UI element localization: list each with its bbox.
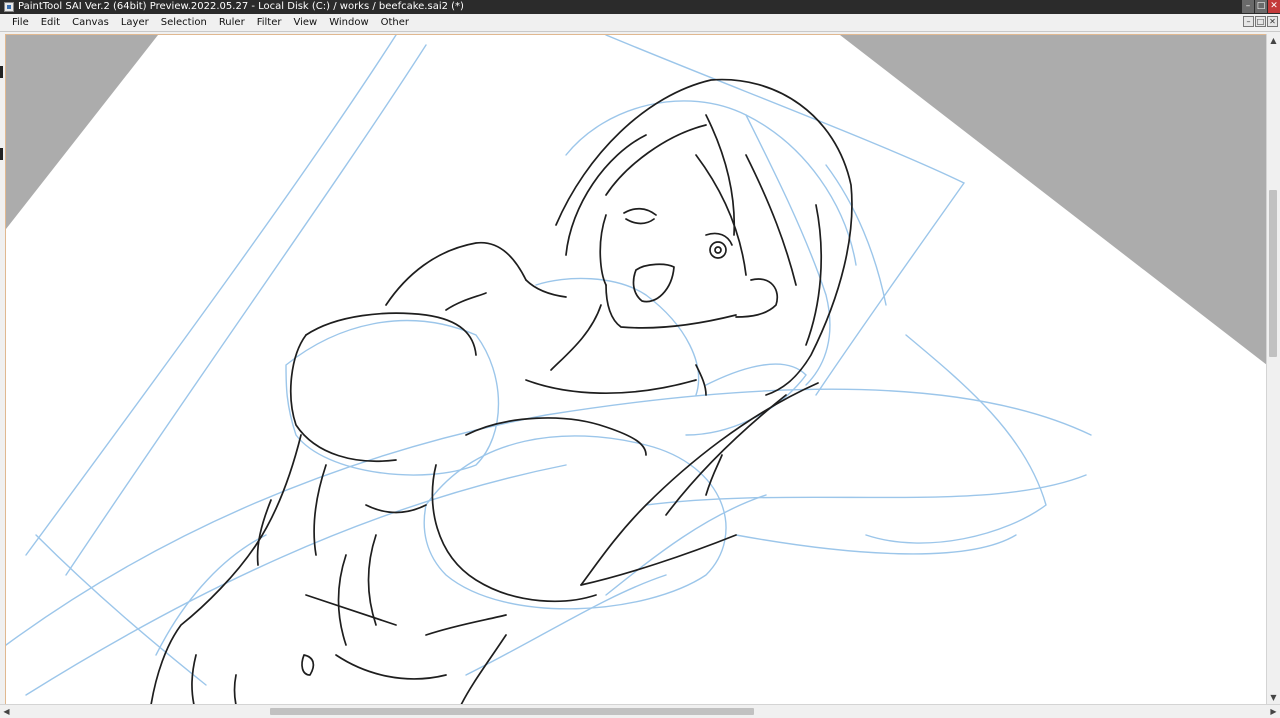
maximize-window-button[interactable]: □ (1254, 0, 1267, 13)
menu-window[interactable]: Window (323, 14, 374, 32)
canvas-artwork[interactable] (6, 35, 1266, 704)
menu-other[interactable]: Other (375, 14, 415, 32)
scroll-left-icon[interactable]: ◀ (0, 705, 13, 718)
vertical-scroll-thumb[interactable] (1269, 189, 1277, 358)
close-document-button[interactable]: ✕ (1267, 16, 1278, 27)
outside-canvas-right (840, 35, 1266, 365)
painttool-sai-icon[interactable] (4, 2, 14, 12)
menu-selection[interactable]: Selection (155, 14, 213, 32)
window-title: PaintTool SAI Ver.2 (64bit) Preview.2022… (18, 1, 464, 12)
horizontal-scroll-thumb[interactable] (270, 708, 754, 715)
restore-document-button[interactable]: □ (1255, 16, 1266, 27)
sketch-layer (6, 35, 1092, 696)
menu-edit[interactable]: Edit (35, 14, 66, 32)
close-window-button[interactable]: ✕ (1267, 0, 1280, 13)
menu-layer[interactable]: Layer (115, 14, 155, 32)
horizontal-scrollbar[interactable]: ◀ ▶ (0, 704, 1280, 718)
menu-view[interactable]: View (287, 14, 323, 32)
scroll-up-icon[interactable]: ▲ (1267, 34, 1280, 47)
outside-canvas-left (6, 35, 158, 229)
menu-file[interactable]: File (0, 14, 35, 32)
minimize-window-button[interactable]: – (1241, 0, 1254, 13)
edge-mark (0, 148, 3, 160)
minimize-document-button[interactable]: – (1243, 16, 1254, 27)
menu-ruler[interactable]: Ruler (213, 14, 251, 32)
title-bar: PaintTool SAI Ver.2 (64bit) Preview.2022… (0, 0, 1280, 14)
window-controls: – □ ✕ (1241, 0, 1280, 14)
canvas-view[interactable] (5, 34, 1266, 704)
menu-bar: File Edit Canvas Layer Selection Ruler F… (0, 14, 1280, 32)
vertical-scrollbar[interactable]: ▲ ▼ (1266, 34, 1280, 704)
edge-mark (0, 66, 3, 78)
scroll-right-icon[interactable]: ▶ (1267, 705, 1280, 718)
scroll-down-icon[interactable]: ▼ (1267, 691, 1280, 704)
menu-canvas[interactable]: Canvas (66, 14, 115, 32)
document-controls: – □ ✕ (1243, 16, 1278, 27)
menu-filter[interactable]: Filter (251, 14, 288, 32)
